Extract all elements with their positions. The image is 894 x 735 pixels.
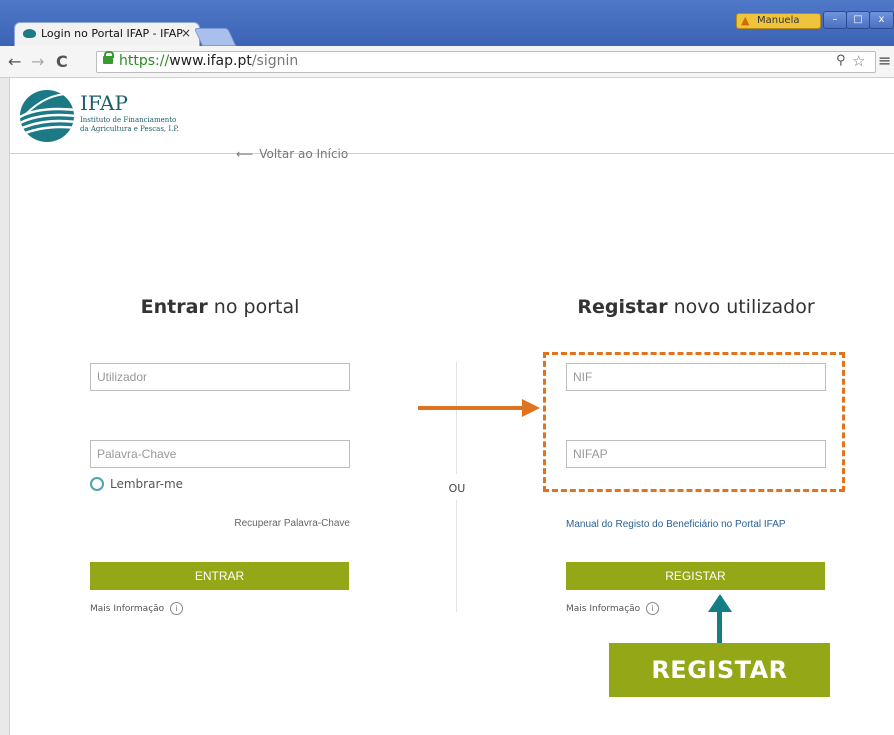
favicon-icon: [23, 29, 36, 38]
registration-manual-link[interactable]: Manual do Registo do Beneficiário no Por…: [566, 519, 786, 530]
info-icon: i: [170, 602, 184, 615]
tab-close-icon[interactable]: ×: [181, 26, 191, 40]
address-bar[interactable]: https://www.ifap.pt/signin: [96, 51, 876, 73]
or-separator: OU: [448, 482, 466, 495]
teal-arrow-icon: [717, 610, 722, 646]
url-text: https://www.ifap.pt/signin: [119, 53, 299, 69]
menu-icon[interactable]: ≡: [878, 51, 891, 70]
ifap-logo-icon[interactable]: [18, 88, 76, 144]
logo-subtitle: Instituto de Financiamento da Agricultur…: [80, 116, 179, 133]
left-arrow-icon: ⟵: [236, 147, 254, 161]
orange-arrow-icon: [418, 406, 525, 410]
user-profile-badge[interactable]: ▲ Manuela: [736, 13, 821, 29]
register-title: Registar novo utilizador: [577, 296, 815, 318]
forward-arrow-icon[interactable]: →: [31, 52, 44, 71]
logo-title: IFAP: [80, 91, 128, 115]
login-more-info[interactable]: Mais Informação i: [90, 602, 184, 615]
maximize-button[interactable]: □: [846, 11, 870, 29]
password-input[interactable]: [90, 440, 350, 468]
lock-icon: [103, 51, 114, 64]
register-more-info[interactable]: Mais Informação i: [566, 602, 660, 615]
column-divider-bottom: [456, 500, 457, 612]
registar-callout: REGISTAR: [609, 643, 830, 697]
user-name: Manuela: [757, 15, 800, 26]
entrar-button[interactable]: ENTRAR: [90, 562, 349, 590]
remember-me-label[interactable]: Lembrar-me: [110, 477, 183, 491]
back-to-home-link[interactable]: ⟵ Voltar ao Início: [236, 147, 348, 161]
recover-password-link[interactable]: Recuperar Palavra-Chave: [180, 518, 350, 529]
browser-toolbar: ← → C https://www.ifap.pt/signin: [0, 46, 894, 78]
zoom-icon[interactable]: ⚲: [836, 53, 846, 68]
highlight-dashed-box: [543, 352, 845, 492]
tab-title: Login no Portal IFAP - IFAP: [41, 27, 183, 40]
orange-arrowhead-icon: [522, 399, 540, 417]
header-divider: [10, 153, 894, 154]
back-arrow-icon[interactable]: ←: [8, 52, 21, 71]
username-input[interactable]: [90, 363, 350, 391]
login-title: Entrar no portal: [140, 296, 300, 318]
registar-button[interactable]: REGISTAR: [566, 562, 825, 590]
reload-icon[interactable]: C: [56, 52, 68, 71]
warning-icon: ▲: [741, 14, 750, 27]
page-left-border: [0, 78, 10, 735]
column-divider-top: [456, 362, 457, 474]
browser-tab[interactable]: Login no Portal IFAP - IFAP ×: [14, 22, 200, 46]
remember-me-radio[interactable]: [90, 477, 104, 491]
minimize-button[interactable]: –: [823, 11, 847, 29]
star-icon[interactable]: ☆: [852, 52, 865, 70]
close-window-button[interactable]: x: [869, 11, 894, 29]
info-icon: i: [646, 602, 660, 615]
